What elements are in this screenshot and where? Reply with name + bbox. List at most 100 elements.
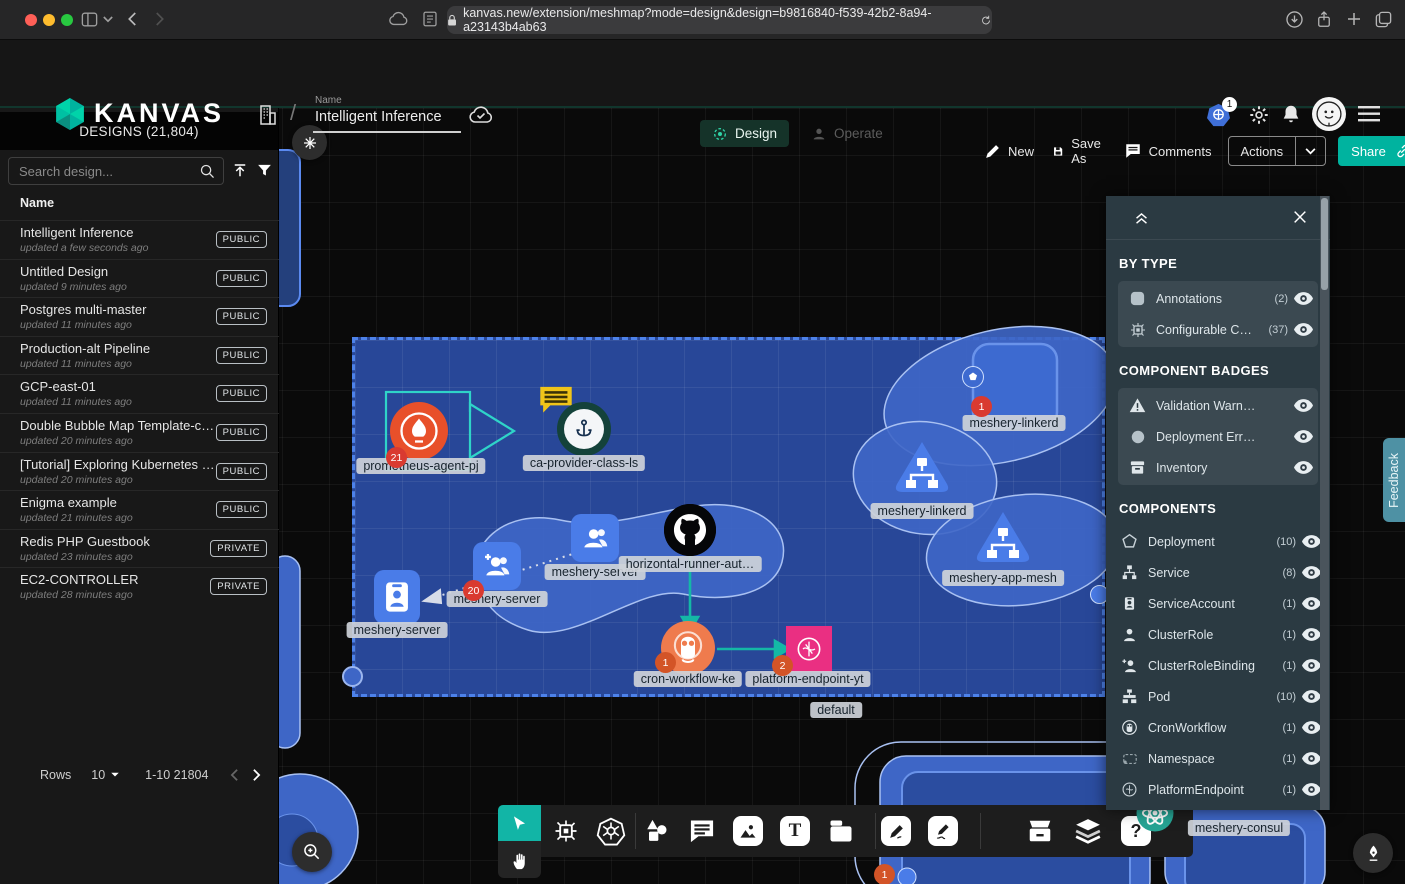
collapse-panel-button[interactable] <box>1133 209 1150 226</box>
selection-resize-handle[interactable] <box>342 666 363 687</box>
panel-row-horizontalrunnerautos[interactable]: HorizontalRunnerAutos…(1) <box>1110 805 1326 810</box>
search-icon[interactable] <box>199 163 216 180</box>
select-tool-active[interactable] <box>498 805 541 841</box>
node-meshery-linkerd-service[interactable] <box>889 438 955 498</box>
list-item[interactable]: Postgres multi-masterupdated 11 minutes … <box>0 297 279 336</box>
component-tool[interactable] <box>552 817 580 845</box>
cron-workflow-badge[interactable]: 1 <box>655 652 676 673</box>
visibility-badge[interactable]: PUBLIC <box>216 501 267 518</box>
visibility-badge[interactable]: PUBLIC <box>216 385 267 402</box>
visibility-badge[interactable]: PUBLIC <box>216 463 267 480</box>
panel-row-platformendpoint[interactable]: PlatformEndpoint(1) <box>1110 774 1326 805</box>
panel-row-annotations[interactable]: Annotations(2) <box>1118 283 1318 314</box>
prometheus-warning-badge[interactable]: 21 <box>386 447 407 468</box>
comment-tool[interactable] <box>688 817 716 845</box>
node-meshery-server-serviceaccount[interactable] <box>374 570 420 624</box>
reload-icon[interactable] <box>980 14 992 27</box>
visibility-eye-icon[interactable] <box>1288 323 1318 336</box>
visibility-badge[interactable]: PRIVATE <box>210 578 267 595</box>
panel-row-pod[interactable]: Pod(10) <box>1110 681 1326 712</box>
downloads-icon[interactable] <box>1285 10 1304 29</box>
visibility-eye-icon[interactable] <box>1288 399 1318 412</box>
list-item[interactable]: [Tutorial] Exploring Kubernetes Podupdat… <box>0 452 279 491</box>
node-horizontal-runner-autoscaler[interactable] <box>664 504 716 556</box>
new-button[interactable]: New <box>984 143 1034 160</box>
screenshot-pen-tool[interactable] <box>881 816 911 846</box>
panel-row-cronworkflow[interactable]: CronWorkflow(1) <box>1110 712 1326 743</box>
sidebar-toggle-icon[interactable] <box>80 10 99 29</box>
node-ca-provider-class[interactable] <box>557 402 611 456</box>
close-panel-button[interactable] <box>1292 209 1308 225</box>
visibility-eye-icon[interactable] <box>1288 292 1318 305</box>
tab-overview-icon[interactable] <box>1374 10 1393 29</box>
visibility-badge[interactable]: PUBLIC <box>216 270 267 287</box>
panel-row-serviceaccount[interactable]: ServiceAccount(1) <box>1110 588 1326 619</box>
list-item[interactable]: Double Bubble Map Template-copyupdated 2… <box>0 413 279 452</box>
column-header-name[interactable]: Name <box>20 196 54 210</box>
hamburger-menu-icon[interactable] <box>1358 106 1380 122</box>
list-item[interactable]: Redis PHP Guestbookupdated 23 minutes ag… <box>0 529 279 568</box>
platform-endpoint-badge[interactable]: 2 <box>772 655 793 676</box>
visibility-eye-icon[interactable] <box>1288 430 1318 443</box>
node-meshery-app-mesh-service[interactable] <box>970 508 1036 568</box>
image-tool[interactable] <box>733 816 763 846</box>
settings-gear-icon[interactable] <box>1248 104 1270 126</box>
kubernetes-tool[interactable] <box>597 817 626 846</box>
share-icon[interactable] <box>1315 10 1333 29</box>
layers-tool[interactable] <box>1073 816 1103 846</box>
share-button[interactable]: Share <box>1338 136 1405 166</box>
list-item[interactable]: Production-alt Pipelineupdated 11 minute… <box>0 336 279 375</box>
sidebar-chevron-icon[interactable] <box>103 16 113 23</box>
list-item[interactable]: Intelligent Inferenceupdated a few secon… <box>0 220 279 259</box>
tab-operate[interactable]: Operate <box>799 120 895 147</box>
panel-row-deployment[interactable]: Deployment(10) <box>1110 526 1326 557</box>
actions-dropdown[interactable]: Actions <box>1228 136 1327 166</box>
chevron-down-icon[interactable] <box>1296 148 1325 155</box>
panel-row-configurable-compon[interactable]: Configurable Compon…(37) <box>1118 314 1318 345</box>
new-tab-icon[interactable] <box>1345 10 1363 28</box>
visibility-eye-icon[interactable] <box>1288 461 1318 474</box>
bottom-design-badge[interactable]: 1 <box>874 864 895 884</box>
list-item[interactable]: EC2-CONTROLLERupdated 28 minutes agoPRIV… <box>0 567 279 606</box>
visibility-badge[interactable]: PRIVATE <box>210 540 267 557</box>
list-item[interactable]: Untitled Designupdated 9 minutes agoPUBL… <box>0 259 279 298</box>
list-item[interactable]: GCP-east-01updated 11 minutes agoPUBLIC <box>0 374 279 413</box>
pan-hand-tool[interactable] <box>498 841 541 878</box>
forward-button[interactable] <box>150 10 168 28</box>
close-window-button[interactable] <box>25 14 37 26</box>
comments-button[interactable]: Comments <box>1124 142 1212 160</box>
rows-select-caret-icon[interactable] <box>110 772 120 778</box>
import-design-icon[interactable] <box>231 162 249 180</box>
panel-row-clusterrole[interactable]: ClusterRole(1) <box>1110 619 1326 650</box>
visibility-badge[interactable]: PUBLIC <box>216 424 267 441</box>
next-page-icon[interactable] <box>252 768 261 782</box>
notifications-bell-icon[interactable] <box>1280 103 1302 125</box>
meshery-server-badge[interactable]: 20 <box>463 580 484 601</box>
icloud-icon[interactable] <box>388 10 409 26</box>
node-meshery-server-clusterrole[interactable] <box>571 514 619 562</box>
list-item[interactable]: Enigma exampleupdated 21 minutes agoPUBL… <box>0 490 279 529</box>
panel-row-inventory[interactable]: Inventory <box>1118 452 1318 483</box>
address-bar[interactable]: kanvas.new/extension/meshmap?mode=design… <box>447 6 992 34</box>
filter-icon[interactable] <box>256 162 273 179</box>
feedback-tab[interactable]: Feedback <box>1383 438 1405 522</box>
meshery-linkerd-badge[interactable]: 1 <box>971 396 992 417</box>
user-avatar[interactable] <box>1312 97 1346 131</box>
panel-scrollbar-thumb[interactable] <box>1321 198 1328 290</box>
text-tool[interactable]: T <box>780 816 810 846</box>
pencil-draw-tool[interactable] <box>928 816 958 846</box>
search-input[interactable] <box>8 157 224 185</box>
panel-row-clusterrolebinding[interactable]: ClusterRoleBinding(1) <box>1110 650 1326 681</box>
visibility-badge[interactable]: PUBLIC <box>216 347 267 364</box>
panel-row-deployment-errors[interactable]: Deployment Errors <box>1118 421 1318 452</box>
panel-row-namespace[interactable]: Namespace(1) <box>1110 743 1326 774</box>
zoom-search-button[interactable] <box>292 832 332 872</box>
fullscreen-window-button[interactable] <box>61 14 73 26</box>
prev-page-icon[interactable] <box>230 768 239 782</box>
note-tool[interactable] <box>827 817 855 845</box>
back-button[interactable] <box>124 10 142 28</box>
tab-design[interactable]: Design <box>700 120 789 147</box>
design-name-input[interactable]: Intelligent Inference <box>315 109 442 125</box>
minimize-window-button[interactable] <box>43 14 55 26</box>
panel-row-service[interactable]: Service(8) <box>1110 557 1326 588</box>
